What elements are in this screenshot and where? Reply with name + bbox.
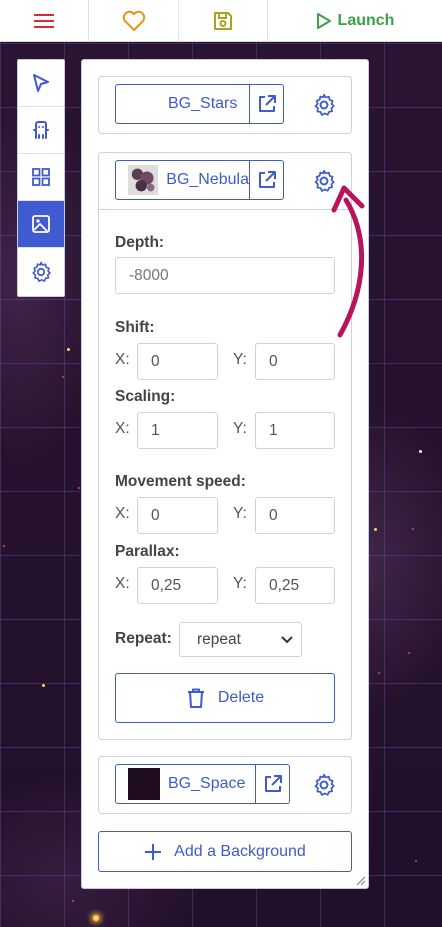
external-link-icon (258, 171, 276, 188)
star (3, 545, 5, 547)
star (42, 684, 45, 687)
depth-label: Depth: (115, 234, 165, 251)
gear-icon[interactable] (311, 772, 337, 798)
grid-icon (32, 168, 50, 186)
background-name-button[interactable]: BG_Stars (115, 84, 250, 124)
launch-label: Launch (337, 12, 395, 29)
shift-x-input[interactable]: 0 (137, 343, 218, 380)
parallax-x-label: X: (115, 575, 130, 592)
movement-x-label: X: (115, 505, 130, 522)
external-link-icon (258, 95, 276, 112)
add-background-button[interactable]: Add a Background (98, 831, 352, 872)
background-name: BG_Space (168, 775, 246, 792)
movement-x-input[interactable]: 0 (137, 497, 218, 534)
gear-icon[interactable] (311, 168, 337, 194)
star (415, 860, 417, 862)
plus-icon (145, 843, 162, 860)
gear-icon[interactable] (311, 92, 337, 118)
star (412, 528, 414, 530)
repeat-select-value: repeat (197, 630, 241, 648)
star (408, 652, 410, 654)
parallax-label: Parallax: (115, 543, 180, 560)
image-icon (32, 215, 50, 233)
top-toolbar: Launch (0, 0, 442, 42)
background-card-space: BG_Space (98, 756, 352, 814)
shift-y-input[interactable]: 0 (255, 343, 335, 380)
repeat-select[interactable]: repeat (179, 622, 302, 657)
tool-rail (17, 59, 65, 297)
depth-input[interactable] (115, 257, 335, 294)
scaling-y-input[interactable]: 1 (255, 412, 335, 449)
heart-icon (122, 10, 145, 31)
background-name: BG_Nebula (166, 171, 249, 188)
scaling-x-input[interactable]: 1 (137, 412, 218, 449)
play-icon (316, 13, 331, 29)
background-name-button[interactable]: BG_Space (115, 764, 256, 804)
shift-y-label: Y: (233, 351, 247, 368)
settings-tool-button[interactable] (18, 248, 64, 295)
star (419, 450, 422, 453)
star (62, 376, 64, 378)
delete-label: Delete (217, 689, 265, 706)
shift-label: Shift: (115, 319, 155, 336)
space-thumbnail (128, 768, 160, 800)
star (93, 915, 99, 921)
movement-y-input[interactable]: 0 (255, 497, 335, 534)
movement-y-label: Y: (233, 505, 247, 522)
open-external-button[interactable] (250, 160, 284, 200)
star (374, 528, 377, 531)
shift-x-label: X: (115, 351, 130, 368)
save-icon (214, 12, 232, 30)
menu-button[interactable] (0, 0, 89, 42)
chevron-down-icon (281, 635, 293, 643)
star (378, 672, 380, 674)
background-name: BG_Stars (168, 95, 238, 112)
star (72, 900, 74, 902)
select-tool-button[interactable] (18, 60, 64, 107)
parallax-x-input[interactable]: 0,25 (137, 567, 218, 604)
scaling-x-label: X: (115, 420, 130, 437)
trash-icon (187, 688, 204, 708)
gear-icon (32, 261, 51, 282)
nebula-thumbnail (128, 164, 159, 196)
parallax-y-label: Y: (233, 575, 247, 592)
hamburger-icon (34, 14, 54, 28)
repeat-label: Repeat: (115, 630, 172, 647)
save-button[interactable] (179, 0, 268, 42)
delete-background-button[interactable]: Delete (115, 673, 335, 723)
background-name-button[interactable]: BG_Nebula (115, 160, 250, 200)
scaling-label: Scaling: (115, 388, 176, 405)
actors-tool-button[interactable] (18, 107, 64, 154)
backgrounds-panel: BG_Stars BG_Nebula Depth: -8000 Shift: X… (81, 59, 369, 889)
ghost-icon (33, 121, 49, 139)
favorite-button[interactable] (89, 0, 179, 42)
launch-button[interactable]: Launch (268, 0, 442, 42)
external-link-icon (264, 775, 282, 792)
cursor-icon (33, 74, 49, 92)
parallax-y-input[interactable]: 0,25 (255, 567, 335, 604)
resize-handle[interactable] (356, 876, 366, 886)
backgrounds-tool-button[interactable] (18, 201, 64, 248)
background-thumbnail (128, 88, 160, 120)
star (67, 348, 70, 351)
open-external-button[interactable] (250, 84, 284, 124)
tiles-tool-button[interactable] (18, 154, 64, 201)
open-external-button[interactable] (256, 764, 290, 804)
add-background-label: Add a Background (174, 842, 306, 860)
movement-speed-label: Movement speed: (115, 473, 246, 490)
background-card-stars: BG_Stars (98, 76, 352, 134)
star (78, 487, 80, 489)
scaling-y-label: Y: (233, 420, 247, 437)
